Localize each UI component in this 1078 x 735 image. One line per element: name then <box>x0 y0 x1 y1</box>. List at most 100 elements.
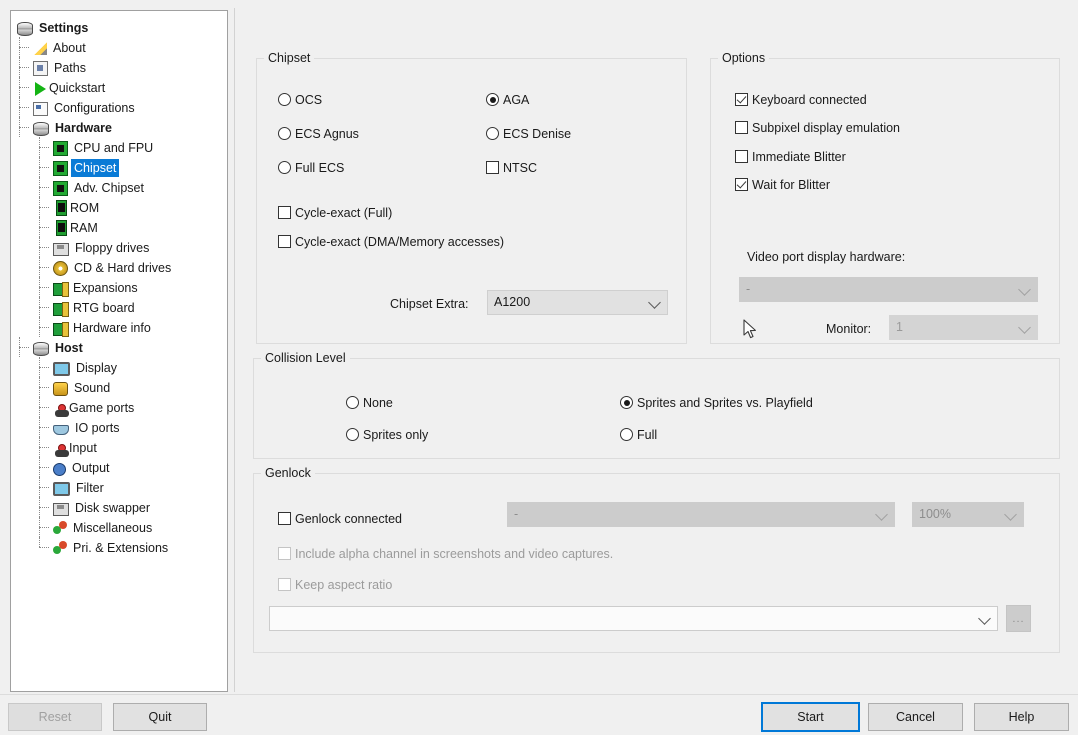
sidebar-item-adv-chipset[interactable]: Adv. Chipset <box>11 177 227 197</box>
monitor-combobox[interactable]: 1 <box>889 315 1038 340</box>
sidebar-item-floppy-drives[interactable]: Floppy drives <box>11 237 227 257</box>
checkbox-include-alpha-channel-indicator <box>278 547 291 560</box>
chevron-down-icon <box>1018 282 1031 296</box>
sidebar-item-ram[interactable]: RAM <box>11 217 227 237</box>
sidebar-item-pri-extensions[interactable]: Pri. & Extensions <box>11 537 227 557</box>
io-icon <box>53 424 69 435</box>
sidebar-item-rom[interactable]: ROM <box>11 197 227 217</box>
radio-full-ecs[interactable]: Full ECS <box>278 161 344 175</box>
sidebar-item-label: Miscellaneous <box>73 520 153 535</box>
sidebar-item-cd-hard-drives[interactable]: CD & Hard drives <box>11 257 227 277</box>
sidebar-item-label: RAM <box>70 220 98 235</box>
sidebar-item-hardware[interactable]: Hardware <box>11 117 227 137</box>
chip-icon <box>53 141 68 157</box>
radio-collision-full-indicator <box>620 428 633 441</box>
radio-collision-full[interactable]: Full <box>620 428 657 442</box>
sidebar-item-label: Quickstart <box>49 80 106 95</box>
start-button[interactable]: Start <box>761 702 860 732</box>
radio-collision-sprites-playfield[interactable]: Sprites and Sprites vs. Playfield <box>620 396 813 410</box>
help-button[interactable]: Help <box>974 703 1069 731</box>
checkbox-cycle-exact-dma[interactable]: Cycle-exact (DMA/Memory accesses) <box>278 235 504 249</box>
misc-icon <box>53 521 67 535</box>
radio-collision-sprites-only-label: Sprites only <box>363 428 429 442</box>
reset-button[interactable]: Reset <box>8 703 102 731</box>
genlock-device-combobox[interactable]: - <box>507 502 895 527</box>
sidebar-item-configurations[interactable]: Configurations <box>11 97 227 117</box>
quit-button[interactable]: Quit <box>113 703 207 731</box>
chevron-down-icon <box>1004 507 1017 521</box>
sidebar-item-host[interactable]: Host <box>11 337 227 357</box>
sidebar-item-chipset[interactable]: Chipset <box>11 157 227 177</box>
sidebar-item-label: Input <box>69 440 97 455</box>
radio-collision-none[interactable]: None <box>346 396 393 410</box>
checkbox-genlock-connected[interactable]: Genlock connected <box>278 512 402 526</box>
sidebar-item-expansions[interactable]: Expansions <box>11 277 227 297</box>
radio-ocs[interactable]: OCS <box>278 93 322 107</box>
chevron-down-icon <box>648 295 661 309</box>
checkbox-ntsc[interactable]: NTSC <box>486 161 537 175</box>
paths-icon <box>33 61 48 77</box>
checkbox-immediate-blitter[interactable]: Immediate Blitter <box>735 150 846 164</box>
checkbox-keep-aspect-ratio[interactable]: Keep aspect ratio <box>278 578 392 592</box>
stack-icon <box>33 121 49 136</box>
sidebar-item-sound[interactable]: Sound <box>11 377 227 397</box>
sidebar-item-game-ports[interactable]: Game ports <box>11 397 227 418</box>
checkbox-wait-for-blitter[interactable]: Wait for Blitter <box>735 178 830 192</box>
floppy-icon <box>53 242 69 256</box>
sidebar-item-label: Disk swapper <box>75 500 151 515</box>
checkbox-cycle-exact-full[interactable]: Cycle-exact (Full) <box>278 206 392 220</box>
checkbox-genlock-connected-label: Genlock connected <box>295 512 403 526</box>
sidebar-item-input[interactable]: Input <box>11 437 227 458</box>
genlock-browse-label: ... <box>1012 612 1025 625</box>
radio-ecs-denise-indicator <box>486 127 499 140</box>
radio-ocs-indicator <box>278 93 291 106</box>
help-button-label: Help <box>1008 710 1035 724</box>
sidebar-item-label: Display <box>76 360 117 375</box>
radio-ocs-label: OCS <box>295 93 323 107</box>
sidebar-item-settings[interactable]: Settings <box>11 17 227 37</box>
sidebar-item-quickstart[interactable]: Quickstart <box>11 77 227 97</box>
checkbox-keyboard-connected[interactable]: Keyboard connected <box>735 93 867 107</box>
checkbox-keyboard-connected-label: Keyboard connected <box>752 93 867 107</box>
chipset-group-title: Chipset <box>264 51 315 65</box>
sidebar-item-label: Expansions <box>73 280 138 295</box>
sidebar-item-label: ROM <box>70 200 100 215</box>
genlock-browse-button[interactable]: ... <box>1006 605 1031 632</box>
sidebar-item-miscellaneous[interactable]: Miscellaneous <box>11 517 227 537</box>
video-port-display-hardware-combobox[interactable]: - <box>739 277 1038 302</box>
genlock-file-combobox[interactable] <box>269 606 998 631</box>
sidebar-item-hardware-info[interactable]: Hardware info <box>11 317 227 337</box>
floppy-icon <box>53 502 69 516</box>
sidebar-item-paths[interactable]: Paths <box>11 57 227 77</box>
sidebar-item-about[interactable]: About <box>11 37 227 57</box>
chipset-extra-combobox[interactable]: A1200 <box>487 290 668 315</box>
radio-ecs-denise[interactable]: ECS Denise <box>486 127 571 141</box>
radio-aga[interactable]: AGA <box>486 93 529 107</box>
checkbox-cycle-exact-full-indicator <box>278 206 291 219</box>
cancel-button[interactable]: Cancel <box>868 703 963 731</box>
sidebar-item-cpu-and-fpu[interactable]: CPU and FPU <box>11 137 227 157</box>
checkbox-subpixel-display-emulation[interactable]: Subpixel display emulation <box>735 121 900 135</box>
settings-tree-sidebar[interactable]: Settings About Paths Quickstart Configuratio… <box>10 10 228 692</box>
collision-level-group: Collision Level None Sprites only Sprite… <box>253 351 1060 459</box>
sidebar-item-filter[interactable]: Filter <box>11 477 227 497</box>
video-port-display-hardware-label: Video port display hardware: <box>747 250 906 264</box>
monitor-value: 1 <box>896 320 903 335</box>
radio-ecs-agnus[interactable]: ECS Agnus <box>278 127 359 141</box>
radio-full-ecs-label: Full ECS <box>295 161 345 175</box>
sidebar-item-label: CD & Hard drives <box>74 260 172 275</box>
expansion-icon <box>53 301 69 317</box>
radio-collision-sprites-only[interactable]: Sprites only <box>346 428 428 442</box>
checkbox-include-alpha-channel[interactable]: Include alpha channel in screenshots and… <box>278 547 613 561</box>
sidebar-item-output[interactable]: Output <box>11 457 227 477</box>
sidebar-item-rtg-board[interactable]: RTG board <box>11 297 227 317</box>
genlock-scale-combobox[interactable]: 100% <box>912 502 1024 527</box>
sidebar-item-io-ports[interactable]: IO ports <box>11 417 227 437</box>
chipset-group: Chipset OCS ECS Agnus Full ECS AGA ECS D… <box>256 51 687 344</box>
checkbox-subpixel-display-emulation-indicator <box>735 121 748 134</box>
sidebar-item-disk-swapper[interactable]: Disk swapper <box>11 497 227 517</box>
sidebar-item-label: Sound <box>74 380 111 395</box>
sidebar-item-display[interactable]: Display <box>11 357 227 377</box>
sidebar-item-label: CPU and FPU <box>74 140 154 155</box>
radio-collision-sprites-playfield-indicator <box>620 396 633 409</box>
